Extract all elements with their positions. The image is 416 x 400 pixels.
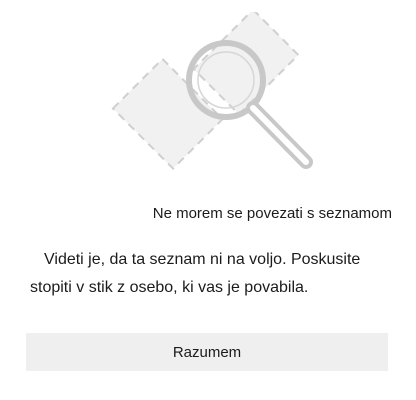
dialog-title: Ne morem se povezati s seznamom	[152, 205, 392, 222]
error-dialog: Ne morem se povezati s seznamom Videti j…	[0, 0, 416, 400]
dialog-message: Videti je, da ta seznam ni na voljo. Pos…	[30, 251, 361, 296]
magnifier-search-icon	[111, 12, 313, 170]
ok-button[interactable]: Razumem	[26, 333, 388, 371]
